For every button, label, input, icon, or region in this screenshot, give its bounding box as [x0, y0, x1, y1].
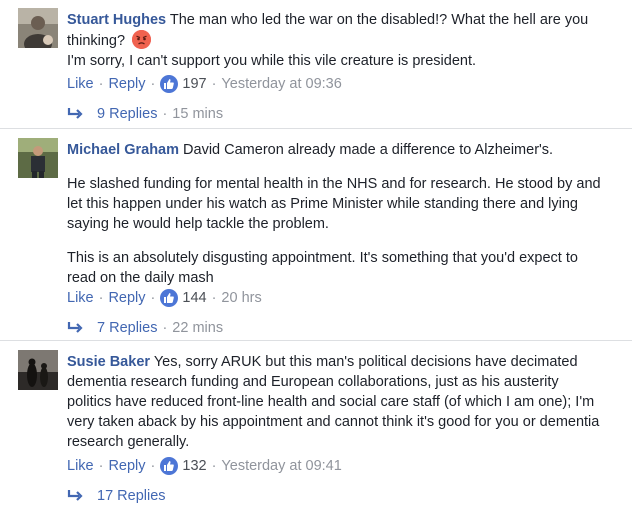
reply-arrow-icon [67, 322, 83, 333]
angry-face-icon [132, 30, 152, 49]
like-button[interactable]: Like [67, 290, 94, 306]
reply-button[interactable]: Reply [108, 290, 145, 306]
author-name[interactable]: Susie Baker [67, 354, 150, 370]
comment-lead-text: David Cameron already made a difference … [183, 142, 554, 158]
reply-arrow-icon [67, 490, 83, 501]
comment-timestamp[interactable]: Yesterday at 09:41 [221, 458, 341, 474]
reply-button[interactable]: Reply [108, 458, 145, 474]
avatar[interactable] [18, 8, 58, 48]
comment-paragraph: This is an absolutely disgusting appoint… [67, 250, 578, 286]
comment-paragraph: I'm sorry, I can't support you while thi… [67, 53, 477, 69]
comment-paragraph: He slashed funding for mental health in … [67, 176, 601, 232]
like-count-value: 197 [182, 76, 207, 92]
thumbs-up-icon [160, 457, 179, 475]
replies-timestamp: 22 mins [172, 320, 224, 336]
avatar[interactable] [18, 350, 58, 390]
comment-body: Michael Graham David Cameron already mad… [67, 140, 607, 288]
like-button[interactable]: Like [67, 76, 94, 92]
comment-timestamp[interactable]: 20 hrs [221, 290, 261, 306]
comment-text: Michael Graham David Cameron already mad… [67, 140, 607, 160]
comment-body: Stuart Hughes The man who led the war on… [67, 10, 607, 71]
view-replies[interactable]: 9 Replies · 15 mins [67, 104, 223, 124]
like-count-value: 144 [182, 290, 207, 306]
comment-text: Stuart Hughes The man who led the war on… [67, 10, 607, 51]
comment-actions: Like · Reply · 132 · Yesterday at 09:41 [67, 457, 342, 475]
thumbs-up-icon [160, 75, 179, 93]
view-replies[interactable]: 17 Replies [67, 486, 166, 506]
comment-actions: Like · Reply · 197 · Yesterday at 09:36 [67, 75, 342, 93]
comment-body: Susie Baker Yes, sorry ARUK but this man… [67, 352, 607, 452]
view-replies[interactable]: 7 Replies · 22 mins [67, 318, 223, 338]
reply-button[interactable]: Reply [108, 76, 145, 92]
author-name[interactable]: Michael Graham [67, 142, 179, 158]
replies-count[interactable]: 17 Replies [97, 488, 166, 504]
avatar[interactable] [18, 138, 58, 178]
like-count[interactable]: 197 [160, 75, 207, 93]
divider [0, 128, 632, 129]
comments-section: Stuart Hughes The man who led the war on… [0, 0, 632, 511]
replies-count[interactable]: 9 Replies [97, 106, 157, 122]
comment-timestamp[interactable]: Yesterday at 09:36 [221, 76, 341, 92]
divider [0, 340, 632, 341]
like-count-value: 132 [182, 458, 207, 474]
comment-actions: Like · Reply · 144 · 20 hrs [67, 289, 262, 307]
reply-arrow-icon [67, 108, 83, 119]
replies-timestamp: 15 mins [172, 106, 224, 122]
author-name[interactable]: Stuart Hughes [67, 12, 166, 28]
thumbs-up-icon [160, 289, 179, 307]
replies-count[interactable]: 7 Replies [97, 320, 157, 336]
comment-text: Susie Baker Yes, sorry ARUK but this man… [67, 352, 607, 452]
like-button[interactable]: Like [67, 458, 94, 474]
like-count[interactable]: 132 [160, 457, 207, 475]
like-count[interactable]: 144 [160, 289, 207, 307]
